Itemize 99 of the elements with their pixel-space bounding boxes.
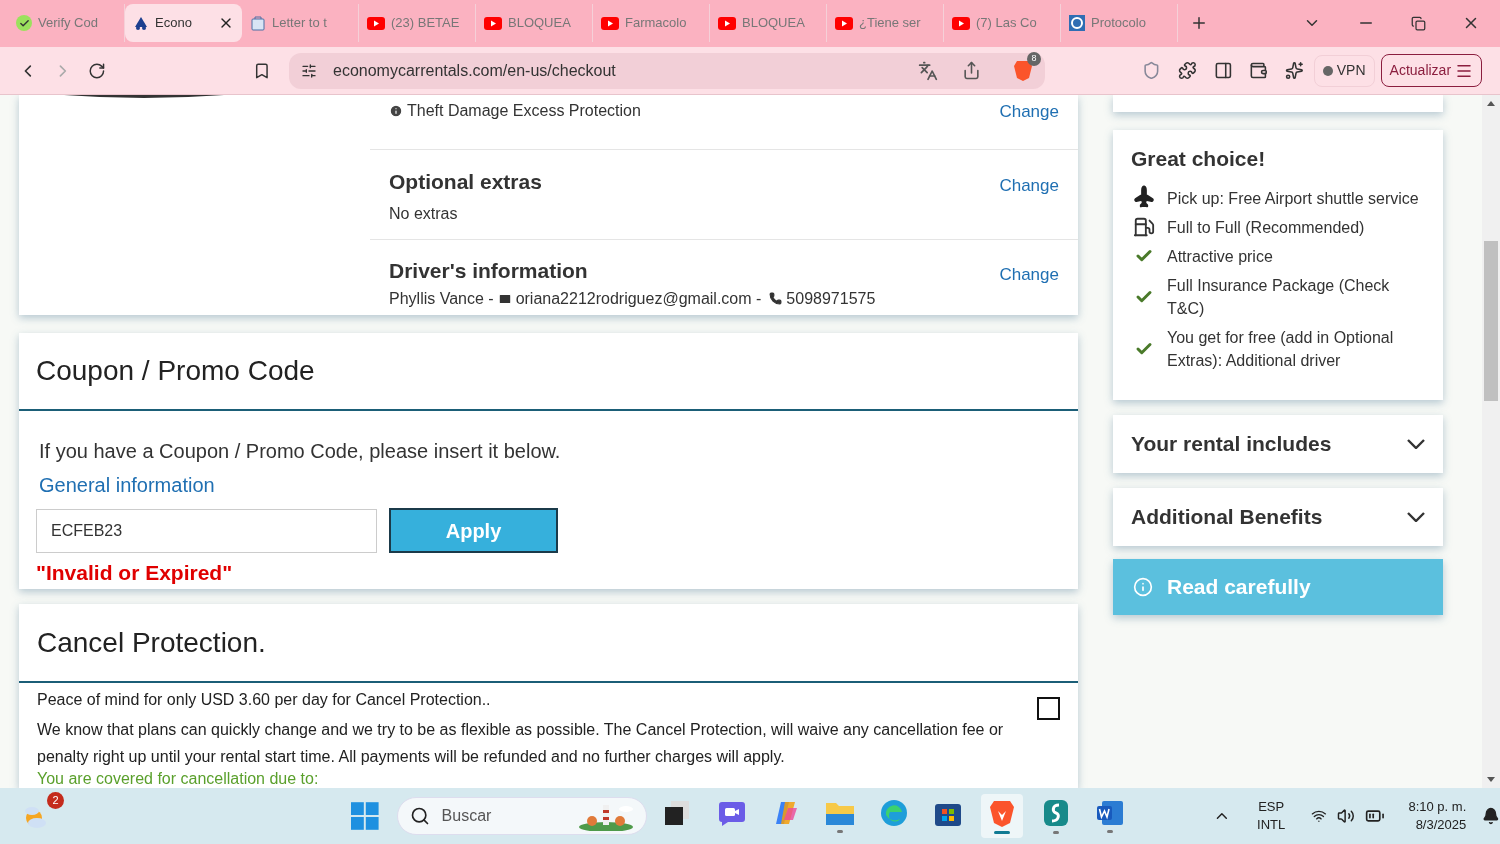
tab-title: Verify Cod bbox=[38, 14, 98, 33]
address-bar[interactable]: economycarrentals.com/en-us/checkout 8 bbox=[289, 52, 1046, 89]
tab-title: ¿Tiene ser bbox=[859, 14, 921, 33]
bookmark-icon[interactable] bbox=[253, 61, 271, 80]
wallet-icon[interactable] bbox=[1249, 61, 1269, 80]
driver-phone: 5098971575 bbox=[786, 288, 876, 309]
phone-icon bbox=[769, 292, 783, 305]
change-link[interactable]: Change bbox=[999, 262, 1059, 288]
accordion-header[interactable]: Additional Benefits bbox=[1113, 487, 1443, 546]
clock-time[interactable]: 8:10 p. m. bbox=[1408, 798, 1467, 816]
coupon-hint: If you have a Coupon / Promo Code, please insert it below. bbox=[39, 439, 562, 465]
notification-badge: 2 bbox=[47, 792, 64, 809]
feature-text: Pick up: Free Airport shuttle service bbox=[1167, 188, 1419, 209]
windows-icon[interactable] bbox=[351, 802, 379, 830]
tab-title: BLOQUEA bbox=[508, 14, 571, 33]
new-tab-icon[interactable] bbox=[1190, 14, 1208, 32]
search-placeholder: Buscar bbox=[441, 806, 492, 826]
keyboard-layout[interactable]: INTL bbox=[1257, 816, 1286, 834]
share-icon[interactable] bbox=[962, 61, 982, 80]
shield-icon[interactable] bbox=[1142, 61, 1161, 80]
info-icon bbox=[1133, 576, 1153, 597]
play-icon bbox=[601, 16, 619, 30]
volume-icon[interactable] bbox=[1337, 807, 1355, 825]
driver-email: oriana2212rodriguez@gmail.com - bbox=[515, 288, 762, 309]
scrollbar[interactable] bbox=[1482, 95, 1500, 788]
card-title: Coupon / Promo Code bbox=[36, 354, 315, 389]
browser-tab[interactable]: BLOQUEA bbox=[710, 4, 827, 42]
cancel-description: We know that plans can quickly change and we try to be as flexible as possible. The Cancel Protection, will waive any cancellation fee or penalty right up until your rental start time. All payments will be refunded and no further charges will apply. bbox=[37, 720, 1005, 767]
browser-tab[interactable]: (7) Las Co bbox=[944, 4, 1061, 42]
error-message: "Invalid or Expired" bbox=[36, 560, 234, 587]
browser-tab[interactable]: Protocolo bbox=[1061, 4, 1178, 42]
search-field[interactable]: Buscar bbox=[396, 797, 648, 835]
vpn-button[interactable]: VPN bbox=[1313, 54, 1375, 87]
section-title: Driver's information bbox=[389, 258, 589, 284]
play-icon bbox=[484, 16, 502, 30]
language-indicator[interactable]: ESP bbox=[1258, 798, 1285, 816]
browser-tab[interactable]: Verify Cod bbox=[8, 4, 125, 42]
url-text: economycarrentals.com/en-us/checkout bbox=[333, 60, 616, 81]
tab-title: (7) Las Co bbox=[976, 14, 1037, 33]
browser-tab[interactable]: ¿Tiene ser bbox=[827, 4, 944, 42]
count-badge: 8 bbox=[1027, 51, 1042, 66]
card-title: Great choice! bbox=[1131, 146, 1267, 172]
card-title: Cancel Protection. bbox=[37, 625, 266, 660]
play-icon bbox=[367, 16, 385, 30]
feature-text: Full to Full (Recommended) bbox=[1167, 217, 1365, 238]
browser-tab[interactable]: Farmacolo bbox=[593, 4, 710, 42]
tab-title: (23) BETAE bbox=[391, 14, 460, 33]
clock-date[interactable]: 8/3/2025 bbox=[1415, 816, 1467, 834]
info-icon bbox=[389, 104, 403, 118]
coverage-heading: You are covered for cancellation due to: bbox=[37, 770, 320, 788]
word-icon[interactable] bbox=[1096, 799, 1125, 826]
vpn-app-icon[interactable] bbox=[1043, 798, 1070, 827]
protection-text: Theft Damage Excess Protection bbox=[407, 101, 641, 121]
tab-title: BLOQUEA bbox=[742, 14, 805, 33]
tab-title: Protocolo bbox=[1091, 14, 1146, 33]
section-title: Optional extras bbox=[389, 169, 543, 195]
play-icon bbox=[718, 16, 736, 30]
notification-icon[interactable] bbox=[1482, 807, 1500, 825]
translate-icon[interactable] bbox=[918, 60, 939, 81]
feature-text: Full Insurance Package (Check T&C) bbox=[1167, 275, 1391, 319]
browser-tab[interactable]: Letter to t bbox=[242, 4, 359, 42]
update-button[interactable]: Actualizar bbox=[1380, 54, 1483, 87]
video-chat-icon[interactable] bbox=[718, 799, 747, 826]
search-icon bbox=[409, 806, 430, 826]
wifi-icon[interactable] bbox=[1311, 808, 1327, 824]
ring-icon bbox=[1069, 15, 1085, 31]
driver-name: Phyllis Vance - bbox=[389, 288, 494, 309]
play-icon bbox=[952, 16, 970, 30]
tab-title: Econo bbox=[155, 14, 192, 33]
browser-tab[interactable]: Econo bbox=[125, 4, 242, 42]
info-link[interactable]: General information bbox=[39, 470, 1061, 501]
sidebar-icon[interactable] bbox=[1213, 61, 1233, 80]
change-link[interactable]: Change bbox=[999, 173, 1059, 199]
feature-text: You get for free (add in Optional Extras): Additional driver bbox=[1167, 327, 1395, 371]
mail-icon bbox=[497, 291, 512, 306]
section-text: No extras bbox=[389, 203, 459, 224]
change-link[interactable]: Change bbox=[999, 99, 1059, 125]
chevron-down-icon bbox=[1407, 438, 1425, 449]
tab-title: Farmacolo bbox=[625, 14, 687, 33]
play-icon bbox=[835, 16, 853, 30]
tab-title: Letter to t bbox=[272, 14, 327, 33]
protection-checkbox[interactable] bbox=[1037, 697, 1060, 720]
price-text: Peace of mind for only USD 3.60 per day for Cancel Protection.. bbox=[37, 690, 492, 710]
copilot-icon[interactable] bbox=[773, 799, 800, 826]
feature-text: Attractive price bbox=[1167, 246, 1273, 267]
browser-tab[interactable]: (23) BETAE bbox=[359, 4, 476, 42]
restore-icon[interactable] bbox=[1411, 16, 1426, 31]
accordion-header[interactable]: Your rental includes bbox=[1113, 414, 1443, 473]
check-badge-icon bbox=[16, 15, 32, 31]
site-settings-icon[interactable] bbox=[301, 62, 317, 79]
sparkle-icon[interactable] bbox=[1285, 61, 1304, 80]
coupon-input[interactable]: ECFEB23 bbox=[36, 508, 377, 553]
fuel-pump-icon bbox=[1133, 216, 1155, 238]
reload-icon[interactable] bbox=[88, 61, 107, 80]
browser-tab[interactable]: BLOQUEA bbox=[476, 4, 593, 42]
chevron-down-icon bbox=[1407, 511, 1425, 522]
task-view-icon[interactable] bbox=[665, 800, 692, 825]
extensions-icon[interactable] bbox=[1177, 61, 1197, 80]
bag-icon bbox=[250, 15, 266, 31]
